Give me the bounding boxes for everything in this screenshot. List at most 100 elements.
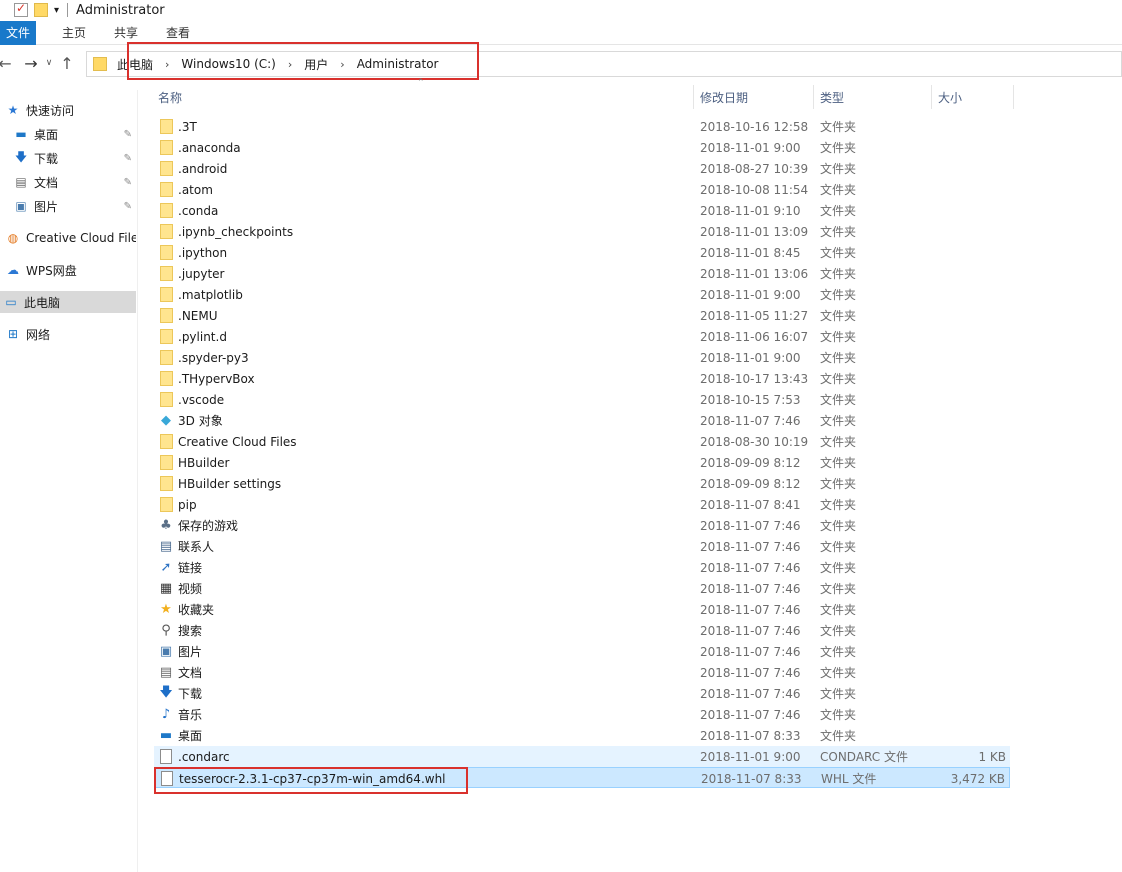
forward-button[interactable]: → [20, 54, 42, 73]
new-folder-icon[interactable] [34, 3, 48, 17]
file-name-cell[interactable]: .spyder-py3 [158, 347, 249, 368]
column-header-size[interactable]: 大小 [938, 85, 962, 109]
address-bar[interactable]: 此电脑 › Windows10 (C:) › 用户 › Administrato… [86, 51, 1122, 77]
file-row[interactable]: .ipynb_checkpoints 2018-11-01 13:09 文件夹 [154, 221, 1010, 242]
properties-icon[interactable] [14, 1, 28, 17]
file-row[interactable]: tesserocr-2.3.1-cp37-cp37m-win_amd64.whl… [154, 767, 1010, 788]
file-row[interactable]: Creative Cloud Files 2018-08-30 10:19 文件夹 [154, 431, 1010, 452]
file-row[interactable]: .atom 2018-10-08 11:54 文件夹 [154, 179, 1010, 200]
pin-icon[interactable]: ✎ [124, 153, 132, 164]
file-name-cell[interactable]: Creative Cloud Files [158, 431, 297, 452]
column-divider[interactable] [931, 85, 932, 109]
column-divider[interactable] [1013, 85, 1014, 109]
file-row[interactable]: ➚ 链接 2018-11-07 7:46 文件夹 [154, 557, 1010, 578]
breadcrumb-drive-c[interactable]: Windows10 (C:) [181, 57, 275, 71]
file-row[interactable]: .spyder-py3 2018-11-01 9:00 文件夹 [154, 347, 1010, 368]
file-name-cell[interactable]: ➚ 链接 [158, 557, 202, 578]
file-name-cell[interactable]: .conda [158, 200, 218, 221]
breadcrumb-chevron-icon[interactable]: › [340, 58, 344, 71]
breadcrumb-administrator[interactable]: Administrator [357, 57, 439, 71]
file-row[interactable]: HBuilder settings 2018-09-09 8:12 文件夹 [154, 473, 1010, 494]
file-name-cell[interactable]: .vscode [158, 389, 224, 410]
file-name-cell[interactable]: ◆ 3D 对象 [158, 410, 223, 431]
file-row[interactable]: .android 2018-08-27 10:39 文件夹 [154, 158, 1010, 179]
tab-file[interactable]: 文件 [0, 20, 36, 45]
file-row[interactable]: .vscode 2018-10-15 7:53 文件夹 [154, 389, 1010, 410]
column-header-name[interactable]: 名称 [158, 85, 182, 109]
file-row[interactable]: ▤ 文档 2018-11-07 7:46 文件夹 [154, 662, 1010, 683]
sidebar-item[interactable]: 🡇 下载 ✎ [0, 147, 136, 169]
file-name-cell[interactable]: .matplotlib [158, 284, 243, 305]
tab-view[interactable]: 查看 [154, 24, 202, 41]
sidebar-item[interactable]: ▣ 图片 ✎ [0, 195, 136, 217]
file-row[interactable]: ▬ 桌面 2018-11-07 8:33 文件夹 [154, 725, 1010, 746]
file-name-cell[interactable]: .ipynb_checkpoints [158, 221, 293, 242]
recent-locations-button[interactable]: ∨ [42, 58, 56, 68]
sidebar-item[interactable]: ▭ 此电脑 [0, 291, 136, 313]
breadcrumb-this-pc[interactable]: 此电脑 [117, 56, 153, 73]
file-name-cell[interactable]: .condarc [158, 746, 230, 767]
file-name-cell[interactable]: 🡇 下载 [158, 683, 202, 704]
tab-home[interactable]: 主页 [50, 24, 98, 41]
file-name-cell[interactable]: .anaconda [158, 137, 241, 158]
sidebar-item[interactable]: ★ 快速访问 [0, 99, 136, 121]
file-name-cell[interactable]: ▤ 文档 [158, 662, 202, 683]
column-divider[interactable] [693, 85, 694, 109]
file-name-cell[interactable]: tesserocr-2.3.1-cp37-cp37m-win_amd64.whl [159, 768, 446, 789]
file-row[interactable]: ★ 收藏夹 2018-11-07 7:46 文件夹 [154, 599, 1010, 620]
tab-share[interactable]: 共享 [102, 24, 150, 41]
file-name-cell[interactable]: HBuilder settings [158, 473, 281, 494]
file-name-cell[interactable]: ♪ 音乐 [158, 704, 202, 725]
file-name-cell[interactable]: ▣ 图片 [158, 641, 202, 662]
sidebar-item[interactable]: ⊞ 网络 [0, 323, 136, 345]
file-row[interactable]: ▦ 视频 2018-11-07 7:46 文件夹 [154, 578, 1010, 599]
file-name-cell[interactable]: HBuilder [158, 452, 229, 473]
sidebar-item[interactable]: ◍ Creative Cloud Files [0, 227, 136, 249]
file-row[interactable]: .3T 2018-10-16 12:58 文件夹 [154, 116, 1010, 137]
file-name-cell[interactable]: .3T [158, 116, 197, 137]
file-name-cell[interactable]: .jupyter [158, 263, 225, 284]
file-row[interactable]: ▤ 联系人 2018-11-07 7:46 文件夹 [154, 536, 1010, 557]
file-name-cell[interactable]: ▤ 联系人 [158, 536, 214, 557]
file-row[interactable]: ▣ 图片 2018-11-07 7:46 文件夹 [154, 641, 1010, 662]
file-name-cell[interactable]: .ipython [158, 242, 227, 263]
sidebar-item[interactable]: ▬ 桌面 ✎ [0, 123, 136, 145]
pin-icon[interactable]: ✎ [124, 177, 132, 188]
quick-access-dropdown-icon[interactable]: ▾ [54, 5, 59, 16]
file-row[interactable]: HBuilder 2018-09-09 8:12 文件夹 [154, 452, 1010, 473]
file-row[interactable]: .NEMU 2018-11-05 11:27 文件夹 [154, 305, 1010, 326]
file-row[interactable]: .anaconda 2018-11-01 9:00 文件夹 [154, 137, 1010, 158]
file-name-cell[interactable]: .atom [158, 179, 213, 200]
file-row[interactable]: ⚲ 搜索 2018-11-07 7:46 文件夹 [154, 620, 1010, 641]
breadcrumb-chevron-icon[interactable]: › [288, 58, 292, 71]
file-name-cell[interactable]: .pylint.d [158, 326, 227, 347]
file-name-cell[interactable]: .NEMU [158, 305, 218, 326]
file-row[interactable]: .THypervBox 2018-10-17 13:43 文件夹 [154, 368, 1010, 389]
column-header-type[interactable]: 类型 [820, 85, 844, 109]
file-row[interactable]: .condarc 2018-11-01 9:00 CONDARC 文件 1 KB [154, 746, 1010, 767]
file-row[interactable]: .matplotlib 2018-11-01 9:00 文件夹 [154, 284, 1010, 305]
breadcrumb-users[interactable]: 用户 [304, 56, 328, 73]
file-name-cell[interactable]: ★ 收藏夹 [158, 599, 214, 620]
file-row[interactable]: .ipython 2018-11-01 8:45 文件夹 [154, 242, 1010, 263]
up-button[interactable]: ↑ [56, 54, 78, 73]
file-row[interactable]: .pylint.d 2018-11-06 16:07 文件夹 [154, 326, 1010, 347]
file-name-cell[interactable]: .THypervBox [158, 368, 255, 389]
file-name-cell[interactable]: ⚲ 搜索 [158, 620, 202, 641]
file-name-cell[interactable]: ▬ 桌面 [158, 725, 202, 746]
file-name-cell[interactable]: ♣ 保存的游戏 [158, 515, 238, 536]
file-name-cell[interactable]: ▦ 视频 [158, 578, 202, 599]
file-row[interactable]: .conda 2018-11-01 9:10 文件夹 [154, 200, 1010, 221]
back-button[interactable]: ← [0, 54, 16, 73]
file-row[interactable]: pip 2018-11-07 8:41 文件夹 [154, 494, 1010, 515]
column-divider[interactable] [813, 85, 814, 109]
file-name-cell[interactable]: pip [158, 494, 197, 515]
sidebar-item[interactable]: ☁ WPS网盘 [0, 259, 136, 281]
sidebar-item[interactable]: ▤ 文档 ✎ [0, 171, 136, 193]
file-row[interactable]: ♪ 音乐 2018-11-07 7:46 文件夹 [154, 704, 1010, 725]
file-row[interactable]: 🡇 下载 2018-11-07 7:46 文件夹 [154, 683, 1010, 704]
file-name-cell[interactable]: .android [158, 158, 227, 179]
breadcrumb-chevron-icon[interactable]: › [165, 58, 169, 71]
file-row[interactable]: ♣ 保存的游戏 2018-11-07 7:46 文件夹 [154, 515, 1010, 536]
pin-icon[interactable]: ✎ [124, 201, 132, 212]
